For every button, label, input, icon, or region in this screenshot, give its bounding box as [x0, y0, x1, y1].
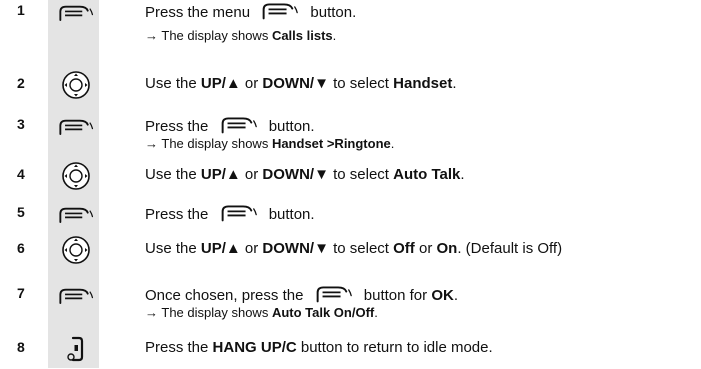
- step-instruction: Once chosen, press the button for OK.: [145, 285, 458, 305]
- step-instruction: Use the UP/▲ or DOWN/▼ to select Handset…: [145, 75, 457, 93]
- step-number: 1: [17, 2, 25, 18]
- menu-key-icon: [58, 0, 94, 26]
- step-text: Press the button.: [145, 204, 315, 224]
- menu-key-icon: [311, 285, 357, 303]
- step-text: Use the UP/▲ or DOWN/▼ to select Off or …: [145, 240, 562, 258]
- step-instruction: Press the menu button.: [145, 2, 356, 22]
- text-run: .: [460, 166, 465, 183]
- text-run: button.: [264, 206, 315, 223]
- step-result: → The display shows Calls lists.: [145, 28, 356, 43]
- step-number: 8: [17, 339, 25, 355]
- bold-text: DOWN/▼: [262, 240, 329, 257]
- bold-text: Calls lists: [271, 28, 333, 43]
- text-run: → The display shows: [145, 305, 272, 320]
- text-run: Press the: [145, 206, 213, 223]
- menu-key-icon: [216, 116, 262, 134]
- text-run: .: [374, 305, 378, 320]
- text-run: or: [240, 75, 263, 92]
- step-instruction: Press the HANG UP/C button to return to …: [145, 339, 493, 357]
- bold-text: DOWN/▼: [262, 166, 329, 183]
- step-result: → The display shows Auto Talk On/Off.: [145, 305, 458, 320]
- navigation-key-icon: [61, 70, 91, 100]
- step-text: Press the HANG UP/C button to return to …: [145, 339, 493, 357]
- step-text: Use the UP/▲ or DOWN/▼ to select Auto Ta…: [145, 166, 465, 184]
- text-run: or: [240, 166, 263, 183]
- step-number: 5: [17, 204, 25, 220]
- menu-key-icon: [257, 2, 303, 20]
- navigation-key-icon: [61, 161, 91, 191]
- step-text: Once chosen, press the button for OK. → T…: [145, 285, 458, 320]
- step-instruction: Use the UP/▲ or DOWN/▼ to select Auto Ta…: [145, 166, 465, 184]
- step-number: 6: [17, 240, 25, 256]
- bold-text: UP/▲: [200, 75, 241, 92]
- hang-up-key-icon: [61, 334, 91, 364]
- text-run: → The display shows: [145, 136, 272, 151]
- step-text: Press the button. → The display shows Han…: [145, 116, 394, 151]
- text-run: to select: [328, 75, 394, 92]
- text-run: → The display shows: [145, 28, 272, 43]
- bold-text: Handset: [393, 75, 453, 92]
- text-run: Use the: [145, 166, 201, 183]
- menu-key-icon: [58, 202, 94, 228]
- text-run: button for: [359, 287, 432, 304]
- bold-text: OK: [431, 287, 454, 304]
- step-result: → The display shows Handset >Ringtone.: [145, 136, 394, 151]
- bold-text: Auto Talk On/Off: [271, 305, 375, 320]
- step-instruction: Press the button.: [145, 116, 394, 136]
- text-run: button.: [264, 118, 315, 135]
- navigation-key-icon: [61, 235, 91, 265]
- step-instruction: Press the button.: [145, 204, 315, 224]
- step-number: 2: [17, 75, 25, 91]
- text-run: Press the: [145, 118, 213, 135]
- text-run: to select: [328, 240, 394, 257]
- text-run: button to return to idle mode.: [296, 339, 493, 356]
- bold-text: Off: [393, 240, 415, 257]
- text-run: .: [390, 136, 395, 151]
- step-number: 7: [17, 285, 25, 301]
- menu-key-icon: [58, 283, 94, 309]
- text-run: . (Default is Off): [457, 240, 563, 257]
- text-run: button.: [306, 4, 357, 21]
- bold-text: Auto Talk: [393, 166, 461, 183]
- step-instruction: Use the UP/▲ or DOWN/▼ to select Off or …: [145, 240, 562, 258]
- menu-key-icon: [216, 204, 262, 222]
- text-run: .: [332, 28, 337, 43]
- text-run: or: [414, 240, 437, 257]
- bold-text: UP/▲: [200, 166, 241, 183]
- text-run: to select: [328, 166, 394, 183]
- text-run: Once chosen, press the: [145, 287, 308, 304]
- bold-text: On: [436, 240, 458, 257]
- bold-text: HANG UP/C: [212, 339, 297, 356]
- text-run: Use the: [145, 240, 201, 257]
- step-text: Press the menu button. → The display show…: [145, 2, 356, 43]
- text-run: Press the: [145, 339, 213, 356]
- step-number: 4: [17, 166, 25, 182]
- bold-text: DOWN/▼: [262, 75, 329, 92]
- menu-key-icon: [58, 114, 94, 140]
- step-text: Use the UP/▲ or DOWN/▼ to select Handset…: [145, 75, 457, 93]
- text-run: .: [452, 75, 457, 92]
- text-run: .: [453, 287, 458, 304]
- text-run: Use the: [145, 75, 201, 92]
- bold-text: Handset >Ringtone: [271, 136, 391, 151]
- step-number: 3: [17, 116, 25, 132]
- text-run: Press the menu: [145, 4, 255, 21]
- text-run: or: [240, 240, 263, 257]
- bold-text: UP/▲: [200, 240, 241, 257]
